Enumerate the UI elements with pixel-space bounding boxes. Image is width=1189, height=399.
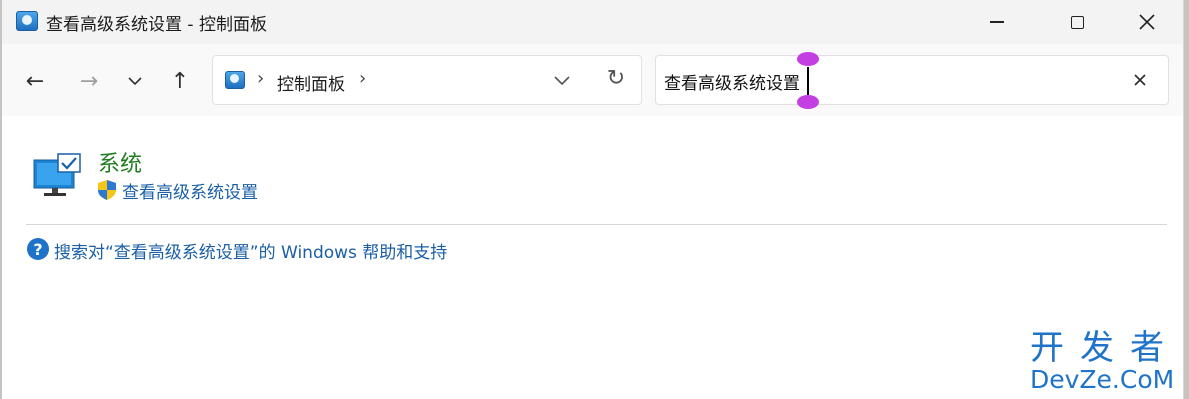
monitor-icon[interactable] <box>32 152 84 198</box>
forward-button[interactable]: → <box>72 64 106 98</box>
windows-help-link[interactable]: 搜索对“查看高级系统设置”的 Windows 帮助和支持 <box>54 238 447 263</box>
maximize-icon <box>1070 15 1084 29</box>
arrow-up-icon: ↑ <box>170 68 190 94</box>
minimize-button[interactable] <box>974 0 1020 44</box>
close-button[interactable] <box>1124 0 1170 44</box>
control-panel-window: 查看高级系统设置 - 控制面板 ← → ↑ › 控制面板 › ↻ 查看高级系统设… <box>2 0 1184 399</box>
breadcrumb-control-panel[interactable]: 控制面板 <box>277 70 345 95</box>
refresh-button[interactable]: ↻ <box>603 66 629 91</box>
refresh-icon: ↻ <box>606 66 626 91</box>
arrow-left-icon: ← <box>25 68 45 94</box>
control-panel-icon <box>225 71 245 89</box>
address-dropdown-button[interactable] <box>549 68 575 91</box>
uac-shield-icon <box>98 180 116 200</box>
up-button[interactable]: ↑ <box>163 64 197 98</box>
search-input[interactable] <box>662 64 1126 98</box>
divider <box>26 224 1167 225</box>
watermark-line-1: 开发者 <box>1030 328 1180 368</box>
breadcrumb-separator-icon[interactable]: › <box>257 68 264 89</box>
breadcrumb-separator-icon[interactable]: › <box>359 68 366 89</box>
text-cursor <box>807 67 809 95</box>
recent-locations-button[interactable] <box>118 64 152 98</box>
navigation-bar: ← → ↑ › 控制面板 › ↻ <box>2 44 1183 116</box>
title-bar[interactable]: 查看高级系统设置 - 控制面板 <box>2 0 1183 44</box>
watermark-logo: 开发者 DevZe.CoM <box>1030 330 1180 394</box>
close-icon <box>1139 14 1155 30</box>
window-title: 查看高级系统设置 - 控制面板 <box>46 15 267 35</box>
result-title-system[interactable]: 系统 <box>98 146 142 178</box>
search-box[interactable] <box>655 52 1169 109</box>
address-bar[interactable]: › 控制面板 › ↻ <box>212 55 642 105</box>
control-panel-icon <box>16 11 38 31</box>
chevron-down-icon <box>554 76 570 86</box>
results-pane: 系统 查看高级系统设置 ? 搜索对“查看高级系统设置”的 Windows 帮助和… <box>2 116 1183 399</box>
clear-search-button[interactable] <box>1126 66 1154 94</box>
minimize-icon <box>990 21 1004 23</box>
arrow-right-icon: → <box>79 68 99 94</box>
selection-handle-top[interactable] <box>797 52 819 66</box>
watermark-line-2: DevZe.CoM <box>1030 365 1175 394</box>
selection-handle-bottom[interactable] <box>797 95 819 109</box>
close-icon <box>1134 74 1146 86</box>
chevron-down-icon <box>128 77 142 86</box>
result-link-advanced-settings[interactable]: 查看高级系统设置 <box>122 178 258 203</box>
back-button[interactable]: ← <box>18 64 52 98</box>
help-icon: ? <box>27 238 49 260</box>
maximize-button[interactable] <box>1054 0 1100 44</box>
